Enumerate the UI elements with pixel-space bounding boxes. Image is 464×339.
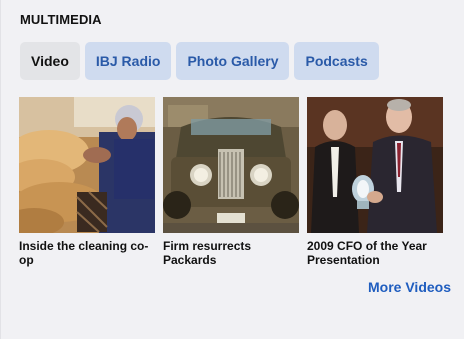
tab-video[interactable]: Video (20, 42, 80, 80)
video-item-cleaning-coop[interactable]: Inside the cleaning co-op (19, 97, 155, 267)
video-item-cfo-of-the-year[interactable]: 2009 CFO of the Year Presentation (307, 97, 443, 267)
video-caption[interactable]: Firm resurrects Packards (163, 239, 299, 267)
video-thumbnail-list: Inside the cleaning co-op Firm resurrect… (19, 97, 443, 267)
tab-podcasts[interactable]: Podcasts (294, 42, 379, 80)
video-caption[interactable]: Inside the cleaning co-op (19, 239, 155, 267)
video-thumbnail-packards[interactable] (163, 97, 299, 233)
multimedia-widget: MULTIMEDIA Video IBJ Radio Photo Gallery… (0, 0, 464, 339)
more-videos-link[interactable]: More Videos (368, 279, 451, 295)
video-caption[interactable]: 2009 CFO of the Year Presentation (307, 239, 443, 267)
video-thumbnail-cleaning-coop[interactable] (19, 97, 155, 233)
widget-title: MULTIMEDIA (20, 12, 102, 27)
media-tabs: Video IBJ Radio Photo Gallery Podcasts (20, 42, 379, 80)
tab-photo-gallery[interactable]: Photo Gallery (176, 42, 290, 80)
tab-ibj-radio[interactable]: IBJ Radio (84, 42, 172, 80)
video-item-packards[interactable]: Firm resurrects Packards (163, 97, 299, 267)
video-thumbnail-cfo-of-the-year[interactable] (307, 97, 443, 233)
